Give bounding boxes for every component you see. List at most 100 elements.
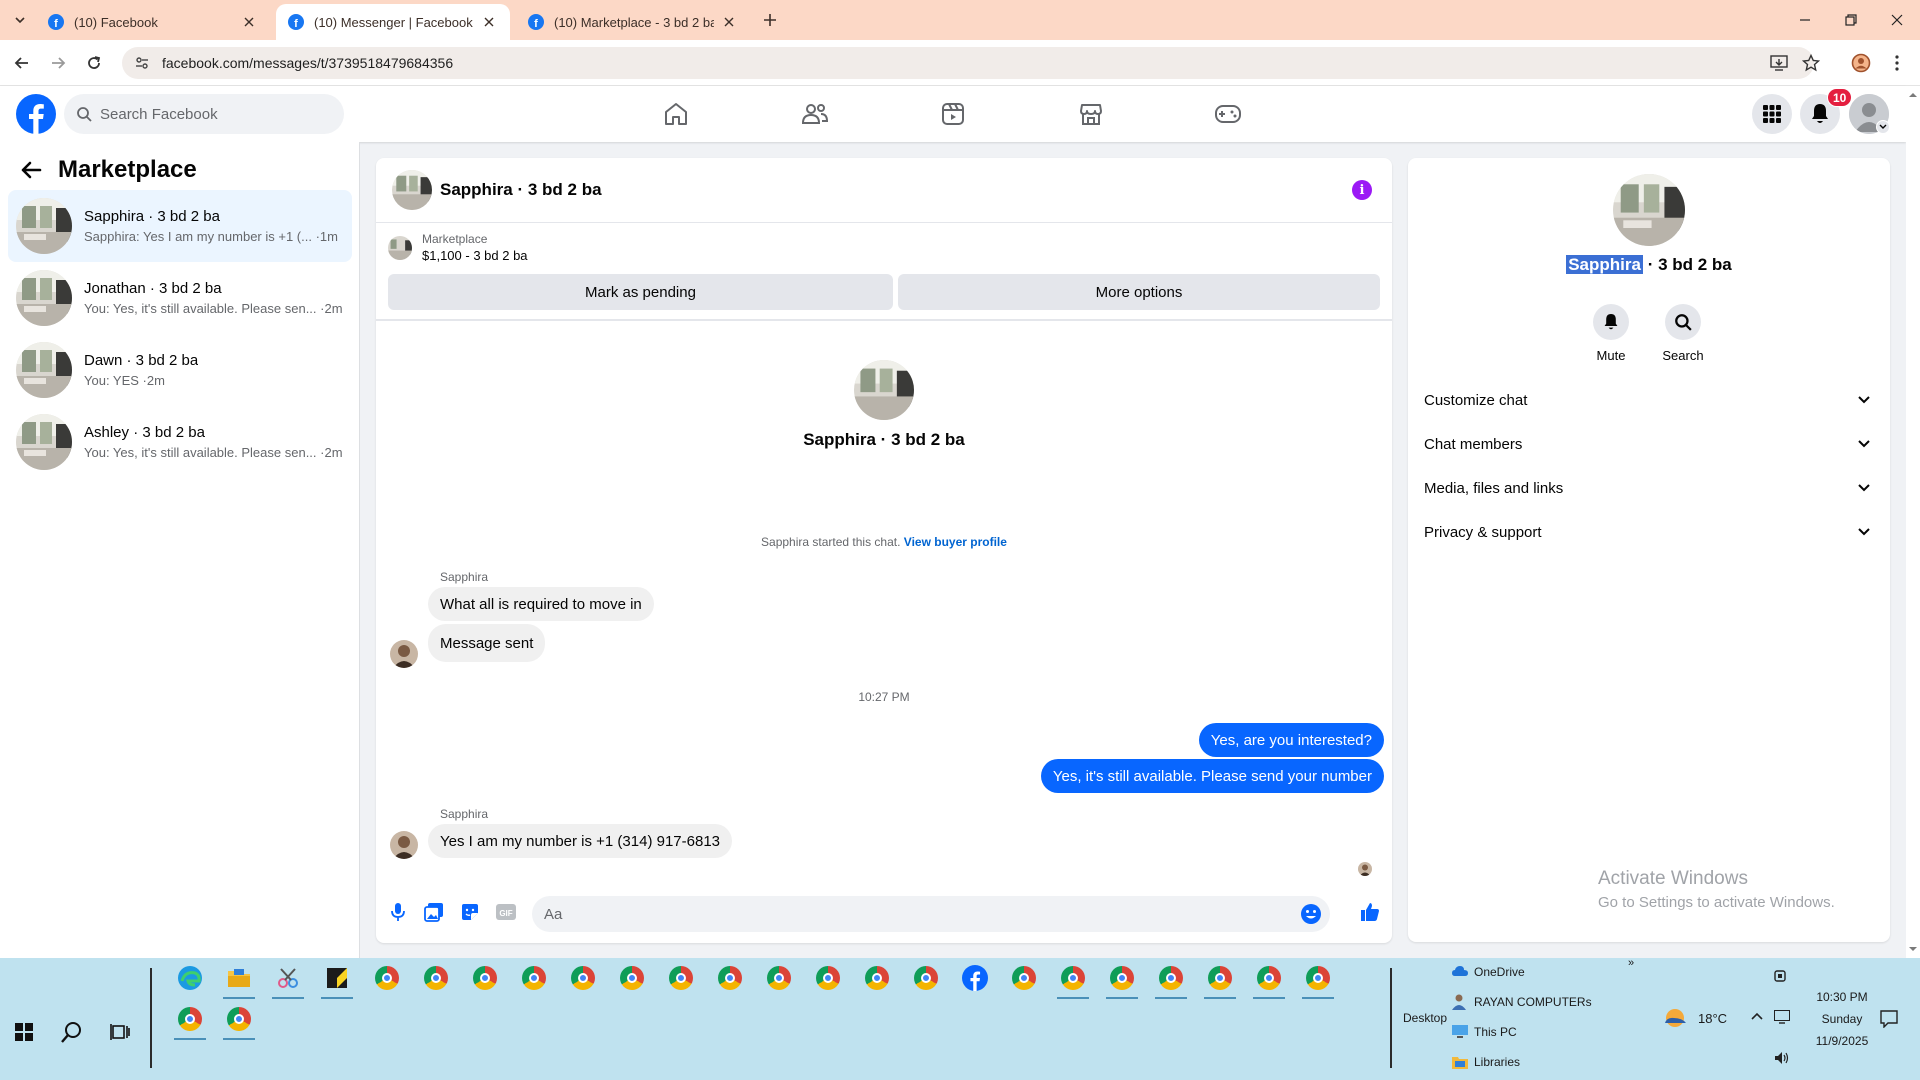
task-view-icon[interactable] bbox=[104, 1016, 136, 1048]
tray-app-icon[interactable] bbox=[1773, 969, 1789, 983]
minimize-window-icon[interactable] bbox=[1782, 0, 1828, 40]
conversation-jonathan[interactable]: Jonathan · 3 bd 2 ba You: Yes, it's stil… bbox=[8, 262, 352, 334]
conversation-ashley[interactable]: Ashley · 3 bd 2 ba You: Yes, it's still … bbox=[8, 406, 352, 478]
notification-center-icon[interactable] bbox=[1880, 1010, 1898, 1028]
mark-as-pending-button[interactable]: Mark as pending bbox=[388, 274, 893, 310]
this-pc-link[interactable]: This PC bbox=[1474, 1025, 1517, 1039]
browser-tab-messenger[interactable]: f (10) Messenger | Facebook bbox=[276, 4, 510, 40]
conversation-info-icon[interactable]: i bbox=[1352, 180, 1372, 200]
chrome-profile-icon[interactable] bbox=[469, 962, 501, 994]
chrome-profile-icon[interactable] bbox=[174, 1003, 206, 1035]
chrome-profile-icon[interactable] bbox=[1155, 962, 1187, 994]
show-hidden-icons-chevron-icon[interactable] bbox=[1750, 1011, 1766, 1025]
incoming-message[interactable]: Message sent bbox=[428, 624, 546, 662]
weather-temperature[interactable]: 18°C bbox=[1698, 1011, 1727, 1026]
onedrive-link[interactable]: OneDrive bbox=[1474, 965, 1525, 979]
sticky-notes-icon[interactable] bbox=[321, 962, 353, 994]
libraries-link[interactable]: Libraries bbox=[1474, 1055, 1520, 1069]
chrome-profile-icon[interactable] bbox=[861, 962, 893, 994]
message-input[interactable] bbox=[544, 905, 1284, 923]
thumbs-up-icon[interactable] bbox=[1358, 900, 1382, 924]
back-arrow-icon[interactable] bbox=[20, 160, 42, 180]
chrome-profile-icon[interactable] bbox=[1057, 962, 1089, 994]
privacy-support-row[interactable]: Privacy & support bbox=[1424, 510, 1876, 554]
mute-action[interactable]: Mute bbox=[1576, 304, 1646, 363]
close-tab-icon[interactable] bbox=[480, 13, 498, 31]
reload-icon[interactable] bbox=[82, 51, 106, 75]
clock-day[interactable]: Sunday bbox=[1806, 1012, 1878, 1026]
url-omnibox[interactable]: facebook.com/messages/t/3739518479684356 bbox=[122, 47, 1814, 79]
chrome-profile-icon[interactable] bbox=[223, 1003, 255, 1035]
incoming-message[interactable]: Yes I am my number is +1 (314) 917-6813 bbox=[428, 824, 733, 858]
view-buyer-profile-link[interactable]: View buyer profile bbox=[904, 535, 1007, 549]
back-arrow-icon[interactable] bbox=[10, 51, 34, 75]
sender-avatar[interactable] bbox=[390, 831, 418, 859]
chrome-profile-icon[interactable] bbox=[714, 962, 746, 994]
chrome-profile-icon[interactable] bbox=[518, 962, 550, 994]
chat-members-row[interactable]: Chat members bbox=[1424, 422, 1876, 466]
nav-marketplace[interactable] bbox=[1035, 86, 1147, 142]
site-info-icon[interactable] bbox=[134, 55, 150, 71]
desktop-toolbar-label[interactable]: Desktop bbox=[1403, 1011, 1447, 1025]
clock-time[interactable]: 10:30 PM bbox=[1806, 990, 1878, 1004]
new-tab-plus-icon[interactable] bbox=[758, 8, 782, 32]
incoming-message[interactable]: What all is required to move in bbox=[428, 587, 654, 621]
nav-home[interactable] bbox=[620, 86, 732, 142]
edge-browser-icon[interactable] bbox=[174, 962, 206, 994]
conversation-dawn[interactable]: Dawn · 3 bd 2 ba You: YES ·2m bbox=[8, 334, 352, 406]
media-files-links-row[interactable]: Media, files and links bbox=[1424, 466, 1876, 510]
sticker-icon[interactable] bbox=[458, 900, 482, 924]
restore-window-icon[interactable] bbox=[1828, 0, 1874, 40]
sender-avatar[interactable] bbox=[390, 640, 418, 668]
page-scrollbar[interactable] bbox=[1906, 86, 1920, 958]
tab-search-chevron-icon[interactable] bbox=[8, 8, 32, 32]
chrome-profile-icon[interactable] bbox=[420, 962, 452, 994]
browser-profile-icon[interactable] bbox=[1848, 50, 1874, 76]
windows-start-icon[interactable] bbox=[8, 1016, 40, 1048]
outgoing-message[interactable]: Yes, are you interested? bbox=[1198, 723, 1384, 757]
nav-gaming[interactable] bbox=[1172, 86, 1284, 142]
toolbar-overflow-chevron-icon[interactable]: » bbox=[1628, 957, 1634, 969]
clock-date[interactable]: 11/9/2025 bbox=[1806, 1034, 1878, 1048]
chrome-profile-icon[interactable] bbox=[1302, 962, 1334, 994]
snipping-tool-icon[interactable] bbox=[272, 962, 304, 994]
volume-speaker-icon[interactable] bbox=[1774, 1051, 1790, 1065]
facebook-search-input[interactable] bbox=[100, 105, 320, 123]
search-action[interactable]: Search bbox=[1648, 304, 1718, 363]
gif-icon[interactable]: GIF bbox=[494, 900, 518, 924]
browser-tab-marketplace[interactable]: f (10) Marketplace - 3 bd 2 ba | F bbox=[516, 4, 750, 40]
conversation-sapphira[interactable]: Sapphira · 3 bd 2 ba Sapphira: Yes I am … bbox=[8, 190, 352, 262]
outgoing-message[interactable]: Yes, it's still available. Please send y… bbox=[1040, 759, 1384, 793]
menu-grid-button[interactable] bbox=[1752, 94, 1792, 134]
customize-chat-row[interactable]: Customize chat bbox=[1424, 378, 1876, 422]
nav-video[interactable] bbox=[897, 86, 1009, 142]
browser-menu-icon[interactable] bbox=[1884, 50, 1910, 76]
weather-icon[interactable] bbox=[1662, 1007, 1688, 1029]
install-app-icon[interactable] bbox=[1766, 50, 1792, 76]
chrome-profile-icon[interactable] bbox=[812, 962, 844, 994]
facebook-app-icon[interactable] bbox=[959, 962, 991, 994]
forward-arrow-icon[interactable] bbox=[46, 51, 70, 75]
nav-friends[interactable] bbox=[759, 86, 871, 142]
user-folder-link[interactable]: RAYAN COMPUTERs bbox=[1474, 995, 1592, 1009]
chat-listing-avatar[interactable] bbox=[392, 170, 432, 210]
chrome-profile-icon[interactable] bbox=[665, 962, 697, 994]
search-icon[interactable] bbox=[56, 1016, 88, 1048]
close-tab-icon[interactable] bbox=[720, 13, 738, 31]
message-input-box[interactable] bbox=[532, 896, 1330, 932]
listing-summary[interactable]: Marketplace $1,100 - 3 bd 2 ba bbox=[388, 232, 528, 263]
photo-gallery-icon[interactable] bbox=[422, 900, 446, 924]
chrome-profile-icon[interactable] bbox=[763, 962, 795, 994]
close-window-icon[interactable] bbox=[1874, 0, 1920, 40]
network-icon[interactable] bbox=[1774, 1010, 1790, 1024]
chrome-profile-icon[interactable] bbox=[1253, 962, 1285, 994]
emoji-icon[interactable] bbox=[1300, 903, 1322, 925]
more-options-button[interactable]: More options bbox=[898, 274, 1380, 310]
close-tab-icon[interactable] bbox=[240, 13, 258, 31]
account-chevron-down-icon[interactable] bbox=[1876, 120, 1890, 134]
chrome-profile-icon[interactable] bbox=[1008, 962, 1040, 994]
chrome-profile-icon[interactable] bbox=[567, 962, 599, 994]
chrome-profile-icon[interactable] bbox=[371, 962, 403, 994]
chrome-profile-icon[interactable] bbox=[616, 962, 648, 994]
file-explorer-icon[interactable] bbox=[223, 962, 255, 994]
